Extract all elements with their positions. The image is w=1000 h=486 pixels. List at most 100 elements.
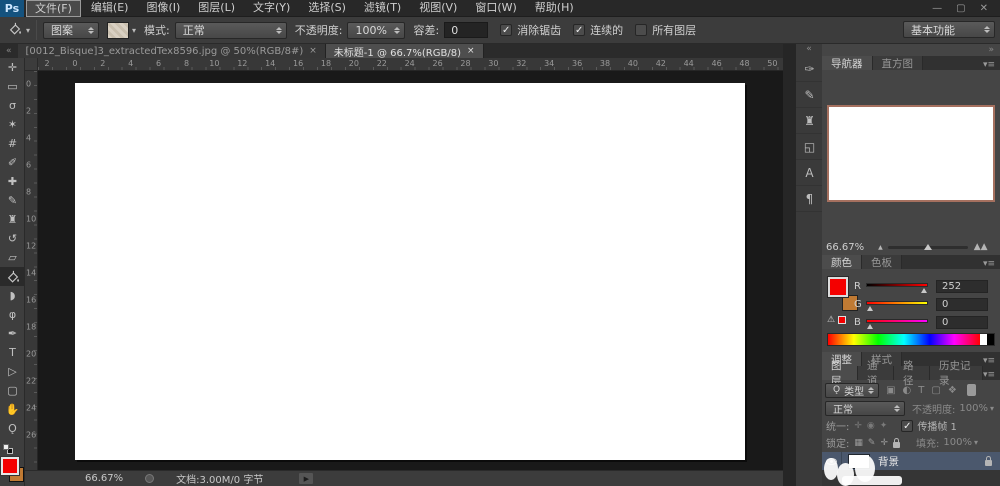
zoom-tool[interactable]: Ǫ [0, 419, 25, 438]
navigator-tab-1[interactable]: 直方图 [873, 56, 924, 70]
slider-value-field[interactable]: 0 [936, 316, 988, 329]
filter-toggle-switch[interactable] [967, 384, 976, 396]
document-tab[interactable]: 未标题-1 @ 66.7%(RGB/8)× [326, 44, 484, 58]
menu-item-图[interactable]: 图像(I) [138, 0, 188, 17]
type-tool[interactable]: T [0, 343, 25, 362]
tool-preset-picker[interactable]: ▾ [8, 22, 30, 39]
collapse-panels-icon[interactable]: » [988, 45, 994, 55]
gamut-warning[interactable]: ⚠ [827, 315, 846, 325]
slider-track[interactable] [866, 317, 928, 327]
dodge-tool[interactable]: φ [0, 305, 25, 324]
tab-close-icon[interactable]: × [467, 46, 475, 56]
menu-item-文[interactable]: 文件(F) [26, 0, 81, 17]
brush-presets-panel-icon[interactable]: ✎ [796, 82, 823, 108]
move-tool[interactable]: ✛ [0, 58, 25, 77]
paint-bucket-tool[interactable] [0, 267, 25, 286]
foreground-color-swatch[interactable] [1, 457, 19, 475]
navigator-zoom-value[interactable]: 66.67% [826, 242, 864, 253]
clone-stamp-panel-icon[interactable]: ♜ [796, 108, 823, 134]
vertical-ruler[interactable]: 02468101214161820222426 [25, 71, 38, 470]
toolbar-collapse-icon[interactable]: « [0, 46, 18, 56]
zoom-level-field[interactable]: 66.67% [85, 473, 123, 484]
zoom-out-icon[interactable]: ▲ [878, 244, 883, 251]
pen-tool[interactable]: ✒ [0, 324, 25, 343]
path-selection-tool[interactable]: ▷ [0, 362, 25, 381]
healing-brush-tool[interactable]: ✚ [0, 172, 25, 191]
unify-style-icon[interactable]: ✦ [880, 421, 888, 431]
panel-menu-icon[interactable]: ▾≡ [983, 259, 1000, 269]
layers-tab-1[interactable]: 通道 [858, 366, 894, 380]
menu-item-编[interactable]: 编辑(E) [83, 0, 137, 17]
slider-thumb[interactable] [867, 306, 873, 311]
foreground-color-swatch[interactable] [828, 277, 848, 297]
panel-menu-icon[interactable]: ▾≡ [983, 370, 1000, 380]
paragraph-panel-icon[interactable]: ¶ [796, 186, 823, 212]
crop-tool[interactable]: # [0, 134, 25, 153]
slider-track[interactable] [866, 281, 928, 291]
status-flyout-button[interactable]: ▶ [299, 473, 313, 484]
restore-button[interactable]: ▢ [956, 3, 965, 14]
clone-stamp-tool[interactable]: ♜ [0, 210, 25, 229]
menu-item-文[interactable]: 文字(Y) [245, 0, 298, 17]
tab-close-icon[interactable]: × [309, 46, 317, 56]
color-spectrum-ramp[interactable] [827, 333, 995, 346]
lock-pixels-icon[interactable]: ✎ [868, 438, 876, 448]
slider-value-field[interactable]: 0 [936, 298, 988, 311]
checkbox-连续的[interactable]: ✓连续的 [573, 22, 623, 38]
layers-tab-3[interactable]: 历史记录 [930, 366, 983, 380]
lasso-tool[interactable]: σ [0, 96, 25, 115]
canvas[interactable] [75, 83, 745, 460]
default-colors-icon[interactable] [3, 444, 15, 454]
eyedropper-tool[interactable]: ✐ [0, 153, 25, 172]
rainbow-ramp[interactable] [828, 334, 980, 345]
white-swatch[interactable] [980, 334, 987, 345]
workspace-select[interactable]: 基本功能 [903, 21, 995, 38]
slider-thumb[interactable] [924, 244, 932, 250]
lock-all-icon[interactable] [893, 438, 900, 448]
mode-select[interactable]: 正常 [175, 22, 287, 39]
menu-item-选[interactable]: 选择(S) [300, 0, 354, 17]
tolerance-input[interactable]: 0 [444, 22, 488, 38]
unify-position-icon[interactable]: ✛ [854, 421, 862, 431]
minimize-button[interactable]: — [932, 3, 942, 14]
expand-panels-icon[interactable]: « [796, 44, 822, 56]
close-button[interactable]: ✕ [980, 3, 988, 14]
navigator-proxy-preview[interactable] [827, 105, 995, 202]
checkbox-所有图层[interactable]: 所有图层 [635, 22, 696, 38]
layer-filter-select[interactable]: Ǫ 类型 [825, 383, 879, 398]
shape-tool[interactable]: ▢ [0, 381, 25, 400]
propagate-frame-checkbox[interactable]: ✓ 传播帧 1 [901, 418, 957, 433]
menu-item-图[interactable]: 图层(L) [190, 0, 243, 17]
unify-visibility-icon[interactable]: ◉ [867, 421, 875, 431]
brush-tool[interactable]: ✎ [0, 191, 25, 210]
panel-menu-icon[interactable]: ▾≡ [983, 60, 1000, 70]
tool-presets-panel-icon[interactable]: ✑ [796, 56, 823, 82]
black-swatch[interactable] [987, 334, 994, 345]
blur-tool[interactable]: ◗ [0, 286, 25, 305]
blend-mode-select[interactable]: 正常 [825, 401, 905, 416]
filter-type-layers-icon[interactable]: T [918, 385, 924, 396]
character-panel-icon[interactable]: A [796, 160, 823, 186]
clone-source-panel-icon[interactable]: ◱ [796, 134, 823, 160]
slider-thumb[interactable] [867, 324, 873, 329]
menu-item-窗[interactable]: 窗口(W) [467, 0, 524, 17]
menu-item-帮[interactable]: 帮助(H) [527, 0, 582, 17]
lock-transparency-icon[interactable]: ▦ [854, 438, 863, 448]
horizontal-ruler[interactable]: 2024681012141618202224262830323436384042… [38, 58, 783, 71]
opacity-select[interactable]: 100% [347, 22, 405, 39]
hand-tool[interactable]: ✋ [0, 400, 25, 419]
pattern-picker[interactable]: ▾ [107, 22, 136, 39]
document-tab[interactable]: [0012_Bisque]3_extractedTex8596.jpg @ 50… [18, 44, 326, 58]
filter-pixel-layers-icon[interactable]: ▣ [886, 385, 895, 396]
filter-shape-layers-icon[interactable]: ▢ [931, 385, 940, 396]
fill-source-select[interactable]: 图案 [43, 22, 99, 39]
history-brush-tool[interactable]: ↺ [0, 229, 25, 248]
eraser-tool[interactable]: ▱ [0, 248, 25, 267]
color-tab-0[interactable]: 颜色 [822, 255, 862, 269]
layers-tab-0[interactable]: 图层 [822, 366, 858, 380]
navigator-tab-0[interactable]: 导航器 [822, 56, 873, 70]
lock-position-icon[interactable]: ✛ [880, 438, 888, 448]
checkbox-消除锯齿[interactable]: ✓消除锯齿 [500, 22, 561, 38]
filter-adjustment-layers-icon[interactable]: ◐ [903, 385, 912, 396]
slider-track[interactable] [866, 299, 928, 309]
